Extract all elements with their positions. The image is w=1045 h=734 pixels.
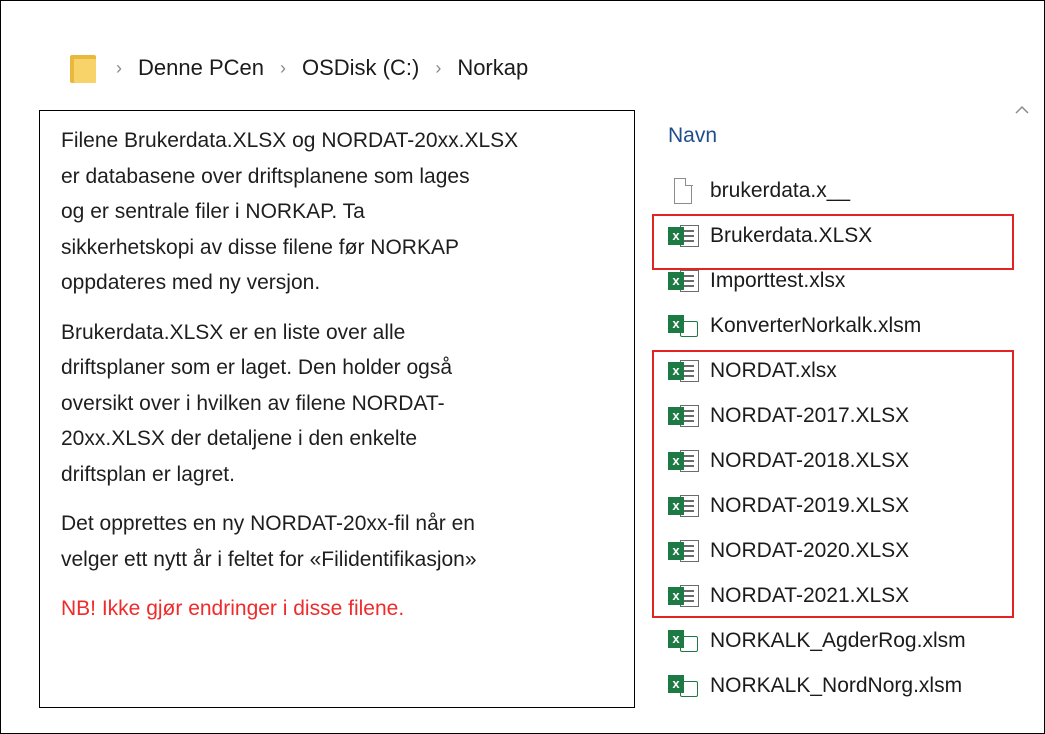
file-item-brukerdata-backup[interactable]: brukerdata.x__	[668, 176, 850, 206]
breadcrumb-item-osdisk[interactable]: OSDisk (C:)	[302, 55, 419, 81]
file-item-importtest[interactable]: x Importtest.xlsx	[668, 266, 845, 296]
file-item-norkalk-agderrog[interactable]: x NORKALK_AgderRog.xlsm	[668, 626, 966, 656]
chevron-right-icon[interactable]: ›	[280, 58, 286, 79]
file-item-norkalk-nordnorg[interactable]: x NORKALK_NordNorg.xlsm	[668, 671, 962, 701]
file-name: KonverterNorkalk.xlsm	[710, 314, 922, 337]
breadcrumb: › Denne PCen › OSDisk (C:) › Norkap	[70, 48, 528, 88]
note-paragraph-3: Det opprettes en ny NORDAT-20xx-fil når …	[61, 512, 477, 571]
highlight-box-nordat-files	[652, 350, 1014, 618]
file-name: Importtest.xlsx	[710, 269, 846, 292]
highlight-box-brukerdata	[652, 214, 1014, 270]
excel-macro-file-icon: x	[668, 673, 702, 699]
file-item-konverternorkalk[interactable]: x KonverterNorkalk.xlsm	[668, 311, 921, 341]
chevron-up-icon[interactable]	[1015, 103, 1029, 117]
breadcrumb-item-this-pc[interactable]: Denne PCen	[138, 55, 264, 81]
file-name: NORKALK_NordNorg.xlsm	[710, 674, 963, 697]
blank-file-icon	[668, 177, 702, 204]
column-header-name[interactable]: Navn	[668, 124, 717, 148]
note-paragraph-2: Brukerdata.XLSX er en liste over alle dr…	[61, 320, 453, 486]
file-name: NORKALK_AgderRog.xlsm	[710, 629, 966, 652]
note-paragraph-1: Filene Brukerdata.XLSX og NORDAT-20xx.XL…	[61, 129, 519, 294]
chevron-right-icon[interactable]: ›	[116, 58, 122, 79]
chevron-right-icon[interactable]: ›	[435, 58, 441, 79]
excel-macro-file-icon: x	[668, 313, 702, 339]
file-name: brukerdata.x__	[710, 179, 851, 202]
warning-text: NB! Ikke gjør endringer i disse filene.	[61, 597, 405, 620]
excel-macro-file-icon: x	[668, 628, 702, 654]
folder-icon	[70, 53, 96, 83]
excel-file-icon: x	[668, 268, 702, 294]
info-note: Filene Brukerdata.XLSX og NORDAT-20xx.XL…	[39, 110, 635, 708]
breadcrumb-item-norkap[interactable]: Norkap	[457, 55, 528, 81]
